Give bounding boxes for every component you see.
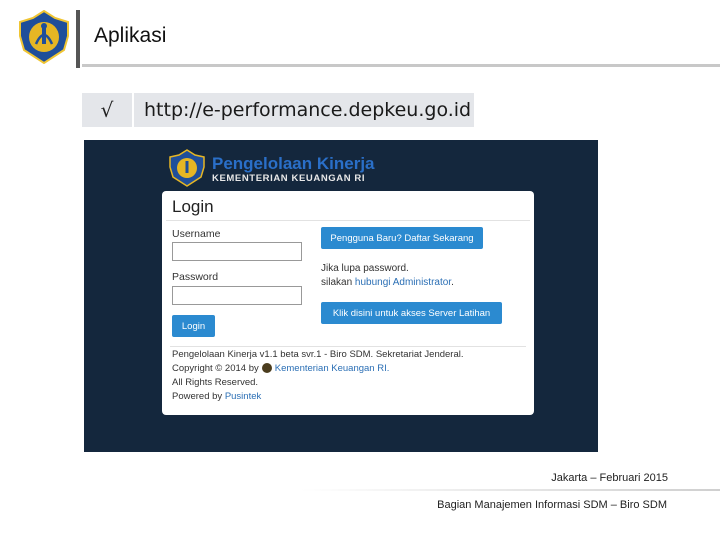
contact-admin-prefix: silakan — [321, 277, 355, 288]
footer-divider — [300, 489, 720, 491]
kemenkeu-mini-icon — [261, 363, 272, 374]
forgot-password-text: Jika lupa password. — [321, 263, 409, 274]
panel-footer-divider — [170, 346, 526, 347]
powered-link[interactable]: Pusintek — [225, 391, 261, 402]
url-row: √ http://e-performance.depkeu.go.id — [82, 93, 474, 127]
header-divider — [82, 64, 720, 67]
powered-line: Powered by Pusintek — [172, 391, 261, 402]
username-input[interactable] — [172, 242, 302, 261]
password-label: Password — [172, 271, 219, 283]
panel-divider — [166, 220, 530, 221]
login-button[interactable]: Login — [172, 315, 215, 337]
slide-title: Aplikasi — [94, 24, 167, 47]
slide-date: Jakarta – Februari 2015 — [551, 472, 668, 484]
app-subtitle: KEMENTERIAN KEUANGAN RI — [212, 173, 366, 184]
kemenkeu-logo — [19, 10, 69, 64]
app-version-text: Pengelolaan Kinerja v1.1 beta svr.1 - Bi… — [172, 349, 464, 360]
contact-admin-suffix: . — [451, 277, 454, 288]
username-label: Username — [172, 228, 221, 240]
contact-admin-line: silakan hubungi Administrator. — [321, 277, 454, 288]
app-emblem-icon — [169, 149, 205, 187]
powered-text: Powered by — [172, 391, 223, 402]
training-server-button[interactable]: Klik disini untuk akses Server Latihan — [321, 302, 502, 324]
app-url[interactable]: http://e-performance.depkeu.go.id — [134, 93, 474, 127]
password-input[interactable] — [172, 286, 302, 305]
copyright-text: Copyright © 2014 by — [172, 363, 259, 374]
checkmark-icon: √ — [82, 93, 134, 127]
register-button[interactable]: Pengguna Baru? Daftar Sekarang — [321, 227, 483, 249]
rights-text: All Rights Reserved. — [172, 377, 259, 388]
slide-footer: Bagian Manajemen Informasi SDM – Biro SD… — [437, 499, 667, 511]
contact-admin-link[interactable]: hubungi Administrator — [355, 277, 451, 288]
header-accent-bar — [76, 10, 80, 68]
app-title: Pengelolaan Kinerja — [212, 154, 375, 173]
copyright-line: Copyright © 2014 by Kementerian Keuangan … — [172, 363, 389, 374]
login-heading: Login — [172, 197, 214, 216]
copyright-link[interactable]: Kementerian Keuangan RI. — [275, 363, 390, 374]
